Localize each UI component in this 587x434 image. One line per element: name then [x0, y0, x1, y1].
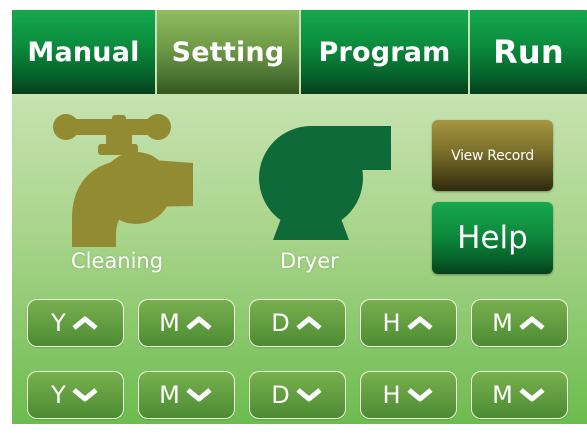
- chevron-down-icon: [406, 388, 433, 402]
- adjust-letter: H: [382, 309, 401, 337]
- hour-up-button[interactable]: H: [360, 299, 457, 347]
- adjust-letter: D: [271, 309, 290, 337]
- chevron-up-icon: [406, 316, 433, 330]
- hour-down-button[interactable]: H: [360, 371, 457, 419]
- minute-down-button[interactable]: M: [471, 371, 568, 419]
- chevron-down-icon: [296, 388, 322, 402]
- chevron-up-icon: [296, 316, 322, 330]
- day-up-button[interactable]: D: [249, 299, 346, 347]
- month-down-button[interactable]: M: [138, 371, 235, 419]
- adjust-letter: M: [159, 309, 180, 337]
- adjust-letter: M: [159, 381, 180, 409]
- year-up-button[interactable]: Y: [27, 299, 124, 347]
- chevron-down-icon: [72, 388, 98, 402]
- cleaning-label: Cleaning: [71, 249, 164, 273]
- chevron-down-icon: [519, 388, 545, 402]
- adjust-letter: M: [492, 309, 513, 337]
- month-up-button[interactable]: M: [138, 299, 235, 347]
- control-panel: Manual Setting Program Run Cleaning Drye…: [12, 10, 587, 424]
- tab-bar: Manual Setting Program Run: [12, 10, 587, 94]
- adjust-letter: H: [382, 381, 401, 409]
- chevron-down-icon: [186, 388, 212, 402]
- chevron-up-icon: [519, 316, 545, 330]
- chevron-up-icon: [186, 316, 212, 330]
- adjust-letter: Y: [51, 381, 66, 409]
- day-down-button[interactable]: D: [249, 371, 346, 419]
- tab-setting[interactable]: Setting: [157, 10, 301, 94]
- tab-run[interactable]: Run: [470, 10, 587, 94]
- faucet-icon[interactable]: [48, 111, 194, 253]
- help-button[interactable]: Help: [432, 202, 553, 274]
- adjust-letter: M: [492, 381, 513, 409]
- tab-program[interactable]: Program: [301, 10, 470, 94]
- dryer-label: Dryer: [280, 249, 339, 273]
- chevron-up-icon: [72, 316, 98, 330]
- minute-up-button[interactable]: M: [471, 299, 568, 347]
- blower-icon[interactable]: [259, 126, 391, 244]
- adjust-letter: Y: [51, 309, 66, 337]
- tab-manual[interactable]: Manual: [12, 10, 157, 94]
- year-down-button[interactable]: Y: [27, 371, 124, 419]
- adjust-letter: D: [271, 381, 290, 409]
- view-record-button[interactable]: View Record: [432, 120, 553, 191]
